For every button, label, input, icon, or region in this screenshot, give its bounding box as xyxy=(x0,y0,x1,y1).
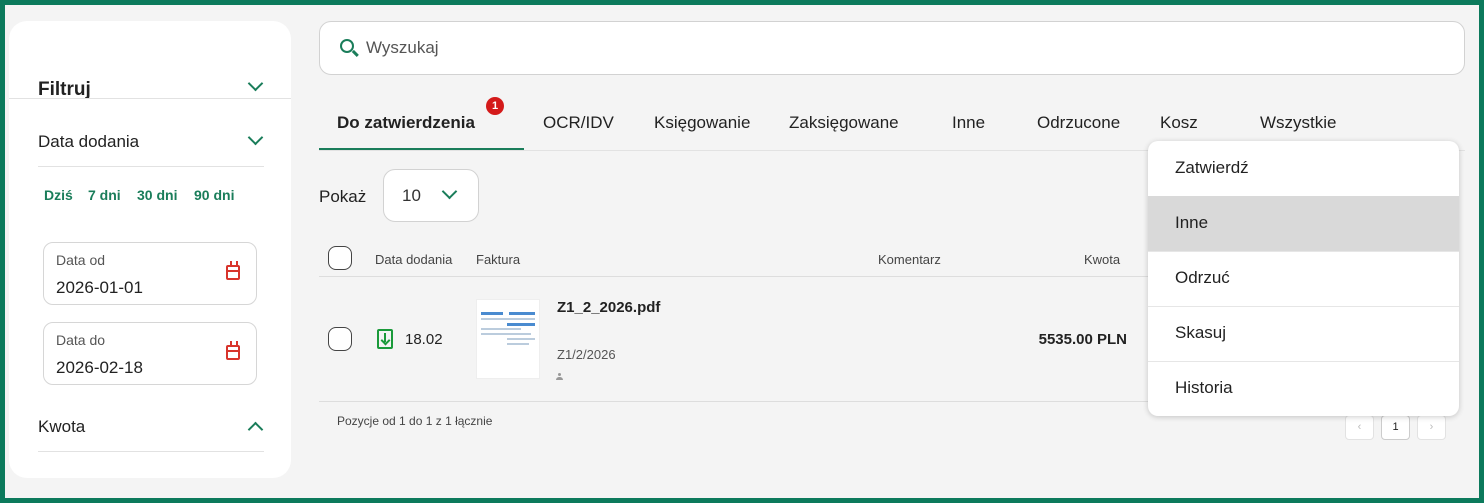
quick-range-90d[interactable]: 90 dni xyxy=(194,187,234,203)
date-to-label: Data do xyxy=(56,332,106,348)
column-header-date[interactable]: Data dodania xyxy=(375,252,452,267)
tab-count-badge: 1 xyxy=(486,97,504,115)
tab-trash[interactable]: Kosz xyxy=(1160,113,1198,133)
date-to-field[interactable]: Data do 2026-02-18 xyxy=(43,322,257,385)
page-1-button[interactable]: 1 xyxy=(1381,415,1410,440)
quick-range-7d[interactable]: 7 dni xyxy=(88,187,121,203)
invoice-filename[interactable]: Z1_2_2026.pdf xyxy=(557,299,660,316)
calendar-icon[interactable] xyxy=(226,341,240,360)
chevron-down-icon[interactable] xyxy=(247,75,264,92)
invoice-number: Z1/2/2026 xyxy=(557,347,616,362)
next-page-button[interactable]: › xyxy=(1417,415,1446,440)
quick-range-30d[interactable]: 30 dni xyxy=(137,187,177,203)
tab-rejected[interactable]: Odrzucone xyxy=(1037,113,1120,133)
search-bar[interactable] xyxy=(319,21,1465,75)
table-header-divider xyxy=(319,276,1149,277)
tab-all[interactable]: Wszystkie xyxy=(1260,113,1337,133)
row-checkbox[interactable] xyxy=(328,327,352,351)
prev-page-button[interactable]: ‹ xyxy=(1345,415,1374,440)
menu-item-history[interactable]: Historia xyxy=(1148,361,1459,416)
divider xyxy=(9,98,291,99)
tab-ocr-idv[interactable]: OCR/IDV xyxy=(543,113,614,133)
pagination-summary: Pozycje od 1 do 1 z 1 łącznie xyxy=(337,414,493,428)
actions-menu: Zatwierdź Inne Odrzuć Skasuj Historia xyxy=(1148,141,1459,416)
tab-accounting[interactable]: Księgowanie xyxy=(654,113,750,133)
user-icon xyxy=(556,373,563,380)
table-row-divider xyxy=(319,401,1149,402)
download-icon[interactable] xyxy=(377,329,393,349)
column-header-comment[interactable]: Komentarz xyxy=(878,252,941,267)
column-header-amount[interactable]: Kwota xyxy=(1084,252,1120,267)
menu-item-label: Historia xyxy=(1175,378,1233,397)
active-tab-indicator xyxy=(319,148,524,150)
menu-item-reject[interactable]: Odrzuć xyxy=(1148,251,1459,306)
page-size-value: 10 xyxy=(402,186,421,205)
date-from-field[interactable]: Data od 2026-01-01 xyxy=(43,242,257,305)
menu-item-delete[interactable]: Skasuj xyxy=(1148,306,1459,361)
tab-posted[interactable]: Zaksięgowane xyxy=(789,113,899,133)
date-added-section[interactable]: Data dodania xyxy=(38,132,139,152)
menu-item-approve[interactable]: Zatwierdź xyxy=(1148,141,1459,196)
menu-item-label: Skasuj xyxy=(1175,323,1227,342)
menu-item-label: Odrzuć xyxy=(1175,268,1230,287)
divider xyxy=(38,451,264,452)
search-input[interactable] xyxy=(366,36,966,60)
menu-item-label: Zatwierdź xyxy=(1175,158,1249,177)
calendar-icon[interactable] xyxy=(226,261,240,280)
quick-range-today[interactable]: Dziś xyxy=(44,187,73,203)
select-all-checkbox[interactable] xyxy=(328,246,352,270)
divider xyxy=(38,166,264,167)
column-header-invoice[interactable]: Faktura xyxy=(476,252,520,267)
menu-item-other[interactable]: Inne xyxy=(1148,196,1459,251)
page-size-label: Pokaż xyxy=(319,187,367,206)
chevron-down-icon[interactable] xyxy=(247,129,264,146)
date-from-value[interactable]: 2026-01-01 xyxy=(56,278,143,298)
date-to-value[interactable]: 2026-02-18 xyxy=(56,358,143,378)
chevron-down-icon xyxy=(441,183,458,200)
row-amount: 5535.00 PLN xyxy=(1038,331,1127,348)
row-date: 18.02 xyxy=(405,331,443,348)
chevron-up-icon[interactable] xyxy=(247,421,264,438)
invoice-thumbnail[interactable] xyxy=(476,299,540,379)
amount-section[interactable]: Kwota xyxy=(38,417,85,437)
menu-item-label: Inne xyxy=(1175,213,1209,232)
date-from-label: Data od xyxy=(56,252,106,268)
search-icon xyxy=(340,39,354,53)
filter-sidebar: Filtruj Data dodania Dziś 7 dni 30 dni 9… xyxy=(9,21,291,478)
page-size-select[interactable]: 10 xyxy=(383,169,479,222)
tab-to-approve[interactable]: Do zatwierdzenia xyxy=(337,113,475,133)
tab-other[interactable]: Inne xyxy=(952,113,985,133)
